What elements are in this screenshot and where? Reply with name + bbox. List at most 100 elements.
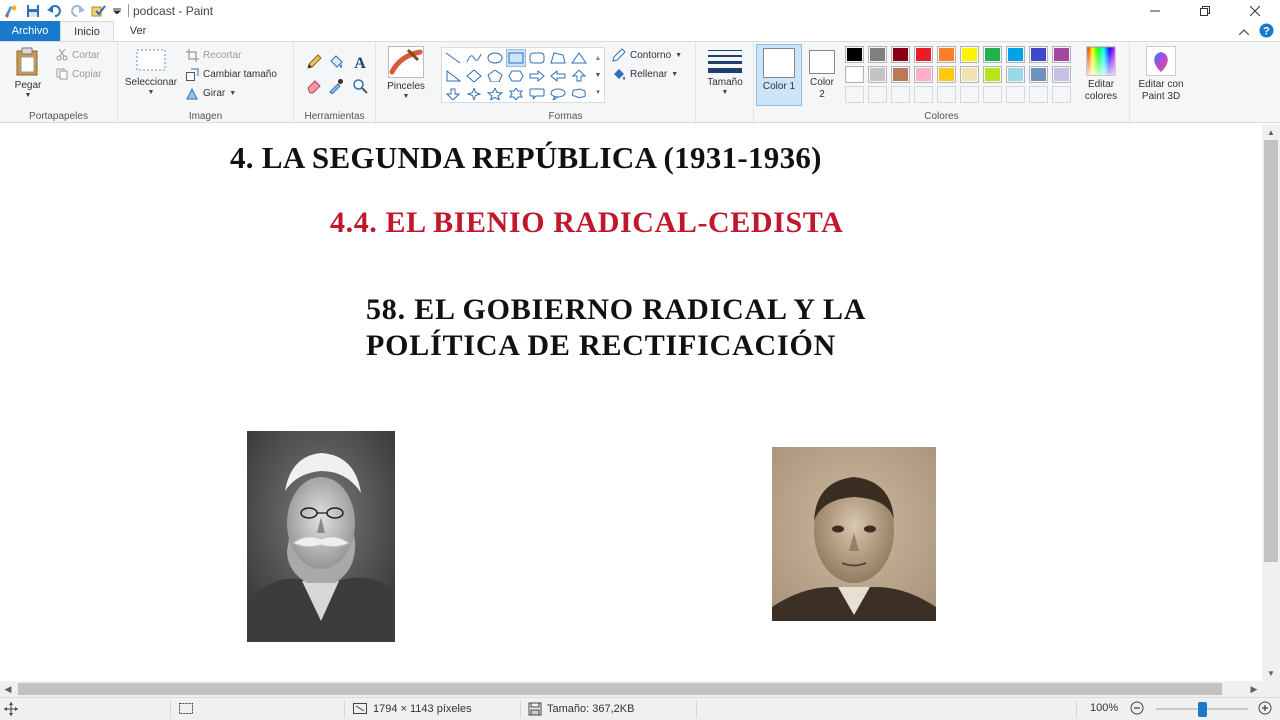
tab-home[interactable]: Inicio [60,21,114,41]
undo-icon[interactable] [44,1,66,21]
text-tool-icon[interactable]: A [350,52,370,72]
scroll-down-arrow-icon[interactable]: ▼ [1262,665,1280,681]
rounded-rectangle-shape-icon[interactable] [527,49,547,67]
custom-color-swatch[interactable] [1006,86,1025,103]
rounded-callout-shape-icon[interactable] [527,85,547,103]
horizontal-scroll-thumb[interactable] [18,683,1222,695]
zoom-out-button[interactable] [1130,701,1144,715]
zoom-in-button[interactable] [1258,701,1272,715]
magnifier-icon[interactable] [350,76,370,96]
paint3d-button[interactable]: Editar con Paint 3D [1132,46,1190,103]
rotate-button[interactable]: Girar ▼ [186,84,236,102]
custom-color-swatch[interactable] [960,86,979,103]
oval-shape-icon[interactable] [485,49,505,67]
tab-view[interactable]: Ver [118,21,158,41]
five-point-star-shape-icon[interactable] [485,85,505,103]
chevron-down-icon[interactable] [110,1,124,21]
color-swatch[interactable] [1006,46,1025,63]
minimize-button[interactable] [1130,0,1180,21]
custom-color-swatch[interactable] [868,86,887,103]
restore-button[interactable] [1180,0,1230,21]
color-swatch[interactable] [868,46,887,63]
vertical-scroll-thumb[interactable] [1264,140,1278,562]
custom-color-swatch[interactable] [983,86,1002,103]
chevron-up-icon[interactable]: ▲ [592,50,604,67]
size-button[interactable]: Tamaño ▼ [704,48,746,96]
edit-colors-button[interactable]: Editar colores [1080,46,1122,103]
triangle-shape-icon[interactable] [569,49,589,67]
color-picker-icon[interactable] [326,76,346,96]
tab-file[interactable]: Archivo [0,21,60,41]
color-swatch[interactable] [914,66,933,83]
color-swatch[interactable] [937,46,956,63]
curve-shape-icon[interactable] [464,49,484,67]
color-swatch[interactable] [983,66,1002,83]
customize-quick-access-icon[interactable] [88,1,110,21]
fill-bucket-icon[interactable] [326,52,346,72]
color-swatch[interactable] [1006,66,1025,83]
diamond-shape-icon[interactable] [464,67,484,85]
paint-app-icon[interactable] [0,1,22,21]
canvas[interactable]: 4. LA SEGUNDA REPÚBLICA (1931-1936) 4.4.… [0,124,1262,681]
custom-color-swatch[interactable] [914,86,933,103]
color-swatch[interactable] [1052,66,1071,83]
redo-icon[interactable] [66,1,88,21]
cloud-callout-shape-icon[interactable] [569,85,589,103]
custom-color-swatch[interactable] [1029,86,1048,103]
oval-callout-shape-icon[interactable] [548,85,568,103]
chevron-down-icon[interactable]: ▼ [592,67,604,84]
help-icon[interactable]: ? [1259,23,1274,41]
color1-button[interactable]: Color 1 [756,44,802,106]
four-point-star-shape-icon[interactable] [464,85,484,103]
polygon-shape-icon[interactable] [548,49,568,67]
color-swatch[interactable] [845,66,864,83]
color-swatch[interactable] [1052,46,1071,63]
close-button[interactable] [1230,0,1280,21]
right-triangle-shape-icon[interactable] [443,67,463,85]
color-swatch[interactable] [891,46,910,63]
color-swatch[interactable] [845,46,864,63]
left-arrow-shape-icon[interactable] [548,67,568,85]
select-button[interactable]: Seleccionar ▼ [122,48,180,96]
color-swatch[interactable] [1029,46,1048,63]
cut-button[interactable]: Cortar [56,46,100,64]
crop-button[interactable]: Recortar [186,46,241,64]
resize-button[interactable]: Cambiar tamaño [186,65,277,83]
save-icon[interactable] [22,1,44,21]
brushes-button[interactable]: Pinceles ▼ [386,46,426,100]
color-swatch[interactable] [914,46,933,63]
custom-color-swatch[interactable] [1052,86,1071,103]
custom-color-swatch[interactable] [891,86,910,103]
copy-button[interactable]: Copiar [56,65,101,83]
expand-gallery-icon[interactable]: ▾ [592,84,604,101]
fill-button[interactable]: Rellenar ▼ [612,65,678,83]
pencil-icon[interactable] [304,52,324,72]
up-arrow-shape-icon[interactable] [569,67,589,85]
six-point-star-shape-icon[interactable] [506,85,526,103]
hexagon-shape-icon[interactable] [506,67,526,85]
scroll-left-arrow-icon[interactable]: ◀ [0,681,16,697]
down-arrow-shape-icon[interactable] [443,85,463,103]
color-swatch[interactable] [891,66,910,83]
color-swatch[interactable] [983,46,1002,63]
rectangle-shape-icon[interactable] [506,49,526,67]
color-swatch[interactable] [960,46,979,63]
eraser-icon[interactable] [304,76,324,96]
shapes-gallery-scroll[interactable]: ▲ ▼ ▾ [592,50,604,102]
color2-button[interactable]: Color 2 [804,44,840,101]
line-shape-icon[interactable] [443,49,463,67]
horizontal-scrollbar[interactable]: ◀ ▶ [0,681,1262,697]
vertical-scrollbar[interactable]: ▲ ▼ [1262,124,1280,681]
color-swatch[interactable] [1029,66,1048,83]
custom-color-swatch[interactable] [845,86,864,103]
color-swatch[interactable] [937,66,956,83]
outline-button[interactable]: Contorno ▼ [612,46,682,64]
paste-button[interactable]: Pegar ▼ [10,47,46,99]
pentagon-shape-icon[interactable] [485,67,505,85]
right-arrow-shape-icon[interactable] [527,67,547,85]
zoom-slider-thumb[interactable] [1198,702,1207,717]
custom-color-swatch[interactable] [937,86,956,103]
collapse-ribbon-icon[interactable] [1238,26,1250,38]
scroll-right-arrow-icon[interactable]: ▶ [1246,681,1262,697]
color-swatch[interactable] [868,66,887,83]
